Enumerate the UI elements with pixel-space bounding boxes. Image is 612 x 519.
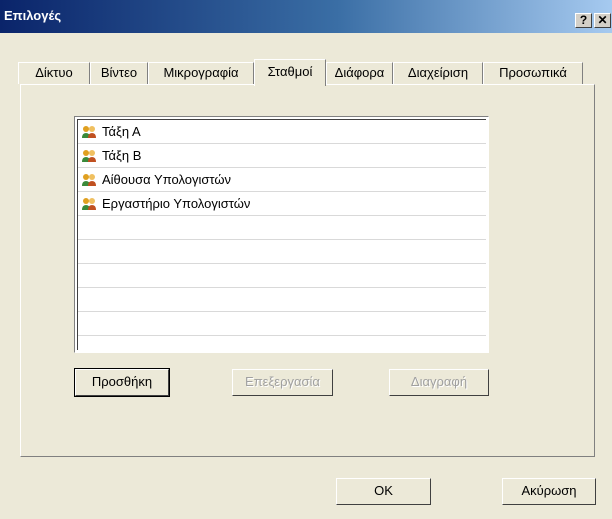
edit-button[interactable]: Επεξεργασία [232, 369, 333, 396]
list-item[interactable]: Εργαστήριο Υπολογιστών [78, 192, 486, 216]
users-icon [82, 150, 96, 162]
list-item[interactable]: Τάξη Α [78, 120, 486, 144]
list-item[interactable]: Αίθουσα Υπολογιστών [78, 168, 486, 192]
add-button[interactable]: Προσθήκη [74, 368, 170, 397]
window-title: Επιλογές [4, 8, 62, 23]
close-button[interactable]: ✕ [594, 13, 611, 28]
list-row-empty [78, 240, 486, 264]
tab-network[interactable]: Δίκτυο [18, 62, 90, 84]
tab-misc[interactable]: Διάφορα [326, 62, 393, 84]
options-dialog: Επιλογές ? ✕ Δίκτυο Βίντεο Μικρογραφία Σ… [0, 0, 612, 519]
tab-personal[interactable]: Προσωπικά [483, 62, 583, 84]
list-item-label: Τάξη Α [102, 124, 141, 139]
tab-management[interactable]: Διαχείριση [393, 62, 483, 84]
list-item-label: Τάξη Β [102, 148, 142, 163]
users-icon [82, 126, 96, 138]
cancel-button[interactable]: Ακύρωση [502, 478, 596, 505]
delete-button[interactable]: Διαγραφή [389, 369, 489, 396]
tab-video[interactable]: Βίντεο [90, 62, 148, 84]
list-item-label: Αίθουσα Υπολογιστών [102, 172, 232, 187]
tab-thumbnail[interactable]: Μικρογραφία [148, 62, 254, 84]
list-row-empty [78, 264, 486, 288]
list-row-empty [78, 216, 486, 240]
users-icon [82, 174, 96, 186]
list-item-label: Εργαστήριο Υπολογιστών [102, 196, 251, 211]
help-button[interactable]: ? [575, 13, 592, 28]
users-icon [82, 198, 96, 210]
list-row-empty [78, 288, 486, 312]
ok-button[interactable]: OK [336, 478, 431, 505]
stations-list[interactable]: Τάξη Α Τάξη Β Αίθουσα Υπολογιστών Εργαστ… [74, 116, 489, 353]
list-item[interactable]: Τάξη Β [78, 144, 486, 168]
tab-stations[interactable]: Σταθμοί [254, 59, 326, 86]
list-row-empty [78, 312, 486, 336]
title-bar[interactable]: Επιλογές ? ✕ [0, 0, 612, 33]
